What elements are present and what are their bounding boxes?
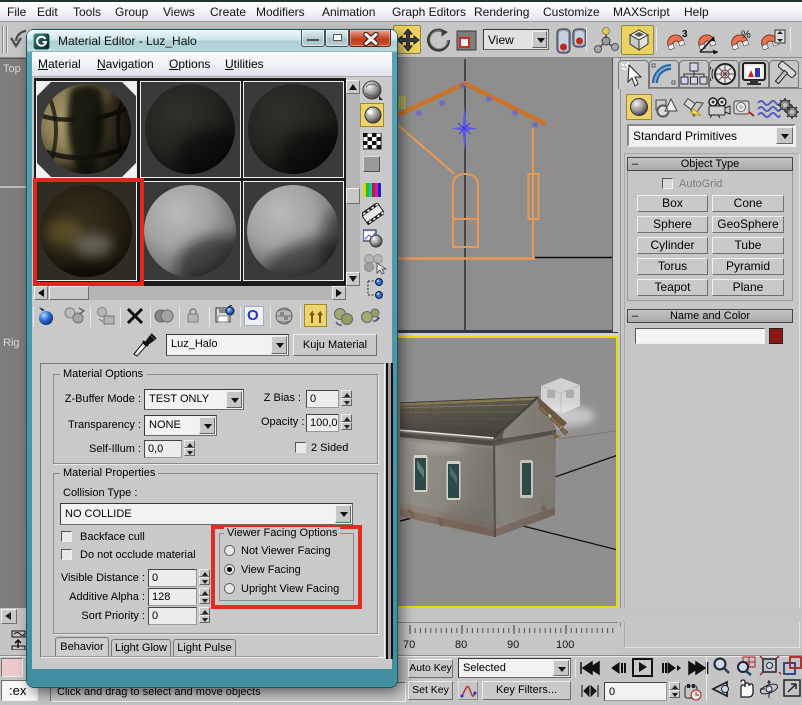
svg-text:3: 3 bbox=[682, 29, 688, 40]
svg-text:70: 70 bbox=[403, 639, 415, 651]
svg-text:90: 90 bbox=[507, 639, 519, 651]
svg-text:100: 100 bbox=[556, 639, 574, 651]
svg-text:%: % bbox=[741, 29, 751, 41]
svg-text:80: 80 bbox=[455, 639, 467, 651]
